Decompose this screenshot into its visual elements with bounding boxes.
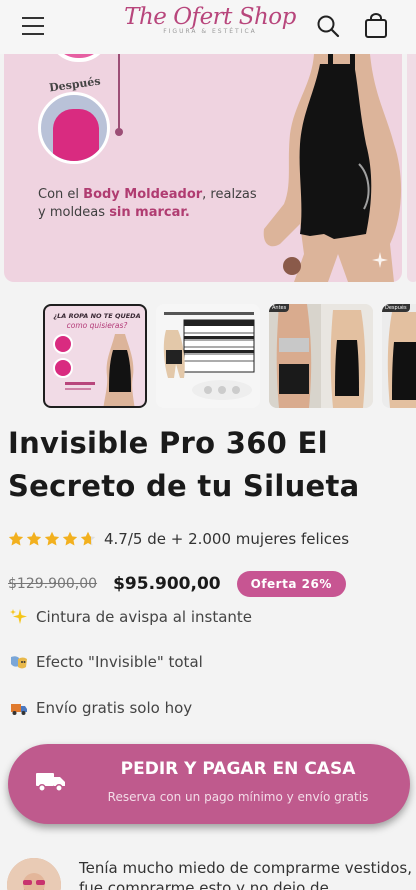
before-tag: Antes — [269, 304, 290, 312]
product-page: The Ofert Shop FIGURA & ESTÉTICA Después… — [0, 0, 416, 890]
product-title: Invisible Pro 360 El Secreto de tu Silue… — [8, 426, 360, 503]
benefit-item: Envío gratis solo hoy — [10, 699, 192, 717]
thumbnail-4[interactable]: Después — [382, 304, 416, 408]
thumbnail-1-title: ¿LA ROPA NO TE QUEDA — [53, 312, 141, 320]
star-icon — [62, 531, 78, 546]
thumbnail-4-graphic — [387, 312, 416, 408]
after-tag: Después — [382, 304, 410, 312]
customer-review-text: Tenía mucho miedo de comprarme vestidos,… — [79, 859, 412, 890]
discount-badge: Oferta 26% — [236, 571, 346, 597]
star-icon — [26, 531, 42, 546]
star-icon — [8, 531, 24, 546]
hero-caption: Con el Body Moldeador, realzas y moldeas… — [38, 186, 268, 222]
cta-sub-label: Reserva con un pago mínimo y envío grati… — [107, 790, 369, 804]
sparkle-icon — [372, 252, 388, 268]
cta-main-label: PEDIR Y PAGAR EN CASA — [120, 759, 356, 779]
benefit-text: Efecto "Invisible" total — [36, 653, 203, 671]
model-image — [263, 54, 402, 282]
thumbnail-1[interactable]: ¿LA ROPA NO TE QUEDA como quisieras? — [43, 304, 147, 408]
site-header: The Ofert Shop FIGURA & ESTÉTICA — [0, 0, 416, 54]
shopping-bag-icon[interactable] — [362, 12, 390, 40]
thumbnail-2-size-chart[interactable] — [156, 304, 260, 408]
thumbnail-1-subtitle: como quisieras? — [66, 321, 128, 330]
divider-line — [118, 54, 120, 132]
sparkles-icon — [10, 609, 27, 624]
benefit-text: Envío gratis solo hoy — [36, 699, 193, 717]
delivery-truck-icon — [36, 773, 65, 792]
thumbnail-3-graphic — [269, 304, 373, 408]
search-icon[interactable] — [314, 12, 342, 40]
product-rating[interactable]: 4.7/5 de + 2.000 mujeres felices — [8, 528, 349, 550]
benefit-text: Cintura de avispa al instante — [36, 608, 253, 626]
divider-dot — [115, 128, 123, 136]
before-circle — [48, 54, 110, 62]
logo-title: The Ofert Shop — [124, 4, 296, 30]
hero-text-bold-1: Body Moldeador — [83, 187, 203, 202]
thumbnail-3-before-after[interactable]: Antes — [269, 304, 373, 408]
site-logo[interactable]: The Ofert Shop FIGURA & ESTÉTICA — [120, 4, 300, 35]
next-slide-peek[interactable] — [407, 54, 416, 282]
star-icon — [80, 531, 96, 546]
price-row: $129.900,00 $95.900,00 Oferta 26% — [8, 570, 346, 598]
size-chart-graphic — [163, 312, 255, 400]
magic-mask-icon — [11, 656, 27, 669]
hero-image[interactable]: Después Con el Body Moldeador, realzas y… — [4, 54, 402, 282]
hero-text-prefix: Con el — [38, 187, 84, 202]
reviewer-avatar — [7, 858, 61, 890]
sale-price: $95.900,00 — [113, 574, 221, 594]
delivery-truck-icon — [11, 704, 27, 715]
after-circle-image — [38, 92, 110, 164]
order-cash-on-delivery-button[interactable]: PEDIR Y PAGAR EN CASA Reserva con un pag… — [8, 744, 410, 824]
thumbnail-1-graphic — [53, 334, 135, 406]
rating-text: 4.7/5 de + 2.000 mujeres felices — [104, 530, 350, 548]
star-icon — [44, 531, 60, 546]
benefit-item: Efecto "Invisible" total — [10, 653, 203, 671]
rating-stars — [8, 531, 96, 547]
original-price: $129.900,00 — [8, 576, 98, 592]
hero-text-bold-2: sin marcar. — [109, 205, 190, 220]
benefit-item: Cintura de avispa al instante — [10, 608, 252, 626]
hamburger-menu-icon[interactable] — [22, 14, 48, 38]
